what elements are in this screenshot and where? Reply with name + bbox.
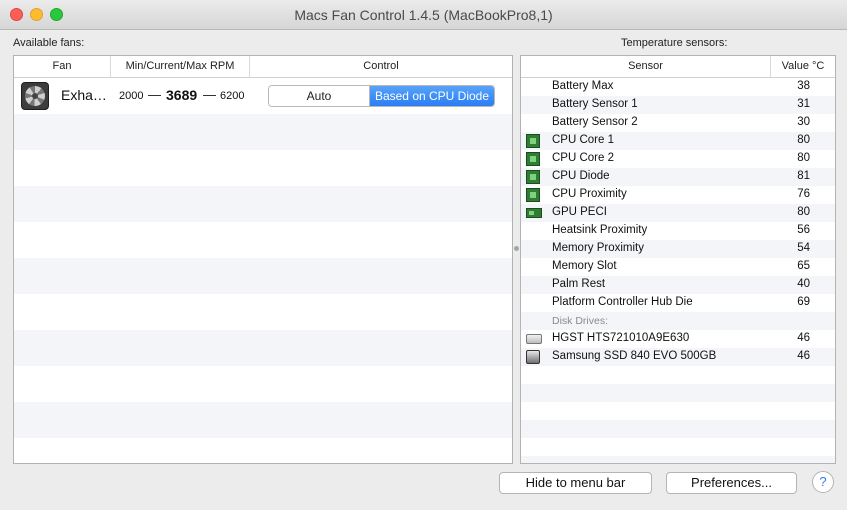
- sensor-name: Memory Proximity: [552, 242, 645, 254]
- fan-name: Exha…: [61, 87, 107, 103]
- window-title: Macs Fan Control 1.4.5 (MacBookPro8,1): [294, 7, 553, 23]
- sensor-row[interactable]: CPU Core 2 80: [521, 150, 835, 168]
- sensor-value: 76: [797, 188, 810, 200]
- sensor-name: Battery Max: [552, 80, 614, 92]
- fan-control-segmented: Auto Based on CPU Diode: [268, 85, 495, 107]
- sensor-row[interactable]: Battery Sensor 1 31: [521, 96, 835, 114]
- disk-name: HGST HTS721010A9E630: [552, 332, 690, 344]
- sensor-row[interactable]: Heatsink Proximity 56: [521, 222, 835, 240]
- ssd-icon: [526, 350, 540, 364]
- sensor-name: CPU Core 1: [552, 134, 614, 146]
- sensor-value: 54: [797, 242, 810, 254]
- sensor-name: Battery Sensor 2: [552, 116, 638, 128]
- available-fans-label: Available fans:: [13, 37, 85, 49]
- sensor-row[interactable]: Platform Controller Hub Die 69: [521, 294, 835, 312]
- fan-current-rpm: 3689: [166, 87, 198, 103]
- sensor-name: Memory Slot: [552, 260, 617, 272]
- cpu-chip-icon: [526, 188, 540, 202]
- sensor-value: 65: [797, 260, 810, 272]
- sensor-value: 56: [797, 224, 810, 236]
- preferences-button[interactable]: Preferences...: [666, 472, 797, 494]
- sensor-row[interactable]: GPU PECI 80: [521, 204, 835, 222]
- close-window-button[interactable]: [10, 8, 23, 21]
- sensor-name: CPU Diode: [552, 170, 610, 182]
- sensor-row[interactable]: Palm Rest 40: [521, 276, 835, 294]
- sensor-value: 80: [797, 152, 810, 164]
- sensor-value: 80: [797, 206, 810, 218]
- sensor-name: Platform Controller Hub Die: [552, 296, 693, 308]
- temperature-sensors-label: Temperature sensors:: [621, 37, 728, 49]
- sensor-row[interactable]: Battery Max 38: [521, 78, 835, 96]
- column-header-rpm[interactable]: Min/Current/Max RPM: [111, 56, 250, 77]
- disk-row[interactable]: HGST HTS721010A9E630 46: [521, 330, 835, 348]
- rpm-separator: —: [148, 87, 161, 102]
- disk-name: Samsung SSD 840 EVO 500GB: [552, 350, 717, 362]
- disk-value: 46: [797, 350, 810, 362]
- hard-drive-icon: [526, 334, 542, 344]
- gpu-card-icon: [526, 208, 542, 218]
- sensor-row[interactable]: CPU Proximity 76: [521, 186, 835, 204]
- fan-max-rpm: 6200: [220, 90, 245, 102]
- sensor-value: 38: [797, 80, 810, 92]
- hide-to-menu-bar-button[interactable]: Hide to menu bar: [499, 472, 652, 494]
- column-header-sensor[interactable]: Sensor: [521, 56, 771, 77]
- sensor-row[interactable]: Memory Proximity 54: [521, 240, 835, 258]
- fans-table: Fan Min/Current/Max RPM Control Exha… 20…: [13, 55, 513, 464]
- sensor-value: 40: [797, 278, 810, 290]
- sensor-list: Battery Max 38 Battery Sensor 1 31 Batte…: [521, 78, 835, 366]
- split-view-handle[interactable]: [514, 246, 519, 251]
- zoom-window-button[interactable]: [50, 8, 63, 21]
- sensor-value: 31: [797, 98, 810, 110]
- cpu-chip-icon: [526, 170, 540, 184]
- cpu-chip-icon: [526, 134, 540, 148]
- cpu-chip-icon: [526, 152, 540, 166]
- disk-row[interactable]: Samsung SSD 840 EVO 500GB 46: [521, 348, 835, 366]
- sensor-name: GPU PECI: [552, 206, 607, 218]
- minimize-window-button[interactable]: [30, 8, 43, 21]
- sensor-name: Palm Rest: [552, 278, 606, 290]
- fan-icon: [21, 82, 49, 110]
- column-header-control[interactable]: Control: [250, 56, 512, 77]
- sensor-row[interactable]: CPU Core 1 80: [521, 132, 835, 150]
- column-header-fan[interactable]: Fan: [14, 56, 111, 77]
- column-header-value[interactable]: Value °C: [771, 56, 835, 77]
- sensor-row[interactable]: CPU Diode 81: [521, 168, 835, 186]
- disk-drives-label: Disk Drives:: [552, 315, 609, 327]
- sensor-row[interactable]: Battery Sensor 2 30: [521, 114, 835, 132]
- sensor-name: Heatsink Proximity: [552, 224, 648, 236]
- disk-value: 46: [797, 332, 810, 344]
- sensor-value: 81: [797, 170, 810, 182]
- sensor-name: CPU Proximity: [552, 188, 627, 200]
- sensor-value: 80: [797, 134, 810, 146]
- control-auto-button[interactable]: Auto: [269, 86, 370, 106]
- rpm-separator: —: [203, 87, 216, 102]
- sensor-row[interactable]: Memory Slot 65: [521, 258, 835, 276]
- fan-row-exhaust[interactable]: Exha… 2000 — 3689 — 6200 Auto Based on C…: [14, 78, 512, 114]
- sensors-table: Sensor Value °C Battery Max 38 Battery S…: [520, 55, 836, 464]
- sensor-value: 30: [797, 116, 810, 128]
- sensors-table-header: Sensor Value °C: [521, 56, 835, 78]
- disk-drives-group-header: Disk Drives:: [521, 312, 835, 330]
- title-bar: Macs Fan Control 1.4.5 (MacBookPro8,1): [0, 0, 847, 30]
- help-button[interactable]: ?: [812, 471, 834, 493]
- sensor-value: 69: [797, 296, 810, 308]
- sensor-name: Battery Sensor 1: [552, 98, 638, 110]
- fan-min-rpm: 2000: [119, 90, 144, 102]
- control-sensor-based-button[interactable]: Based on CPU Diode: [370, 86, 494, 106]
- fans-table-background: [14, 78, 512, 463]
- sensor-name: CPU Core 2: [552, 152, 614, 164]
- fans-table-header: Fan Min/Current/Max RPM Control: [14, 56, 512, 78]
